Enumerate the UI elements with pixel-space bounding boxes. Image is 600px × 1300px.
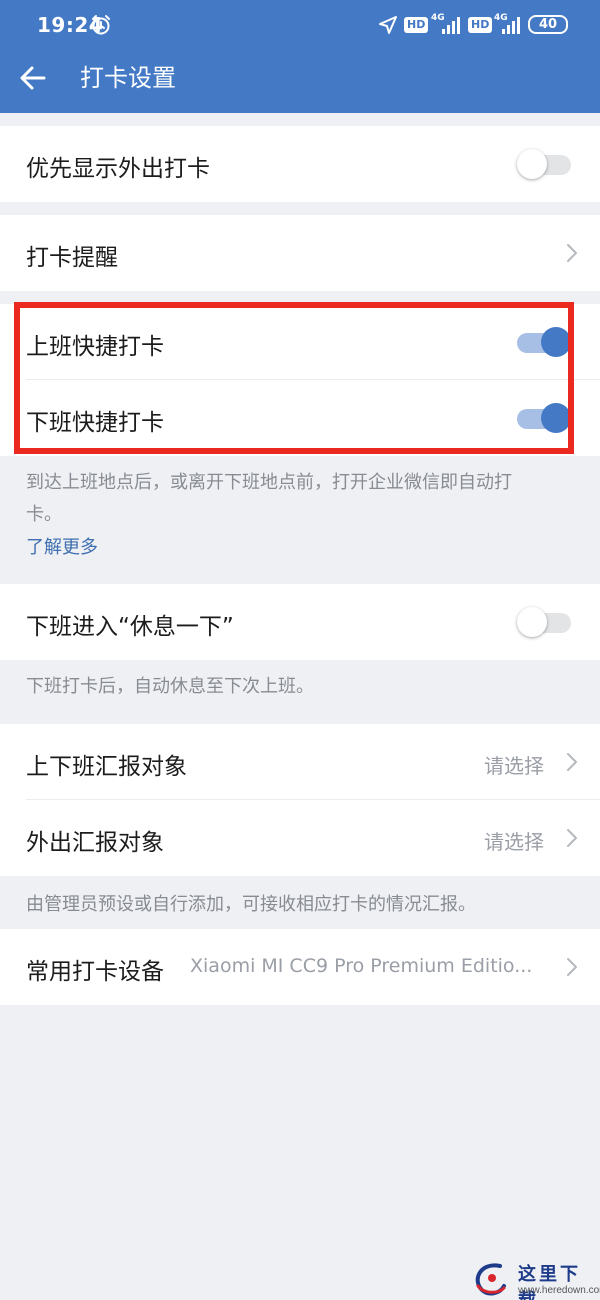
chevron-right-icon <box>567 958 577 976</box>
setting-label: 下班进入“休息一下” <box>26 614 234 640</box>
learn-more-link[interactable]: 了解更多 <box>26 533 98 559</box>
battery-indicator: 40 <box>528 15 568 34</box>
page-title: 打卡设置 <box>80 64 176 92</box>
setting-prefer-outing: 优先显示外出打卡 <box>0 126 600 202</box>
chevron-right-icon <box>567 244 577 262</box>
signal-strength-icon <box>442 17 460 34</box>
setting-clock-reminder[interactable]: 打卡提醒 <box>0 215 600 291</box>
setting-report-commute[interactable]: 上下班汇报对象 请选择 <box>0 724 600 800</box>
setting-label: 常用打卡设备 <box>26 959 164 985</box>
back-arrow-icon[interactable] <box>18 63 48 93</box>
rest-after-work-toggle[interactable] <box>517 607 575 637</box>
app-header: 19:24 HD 4G HD 4G 40 打卡设置 <box>0 0 600 113</box>
chevron-right-icon <box>567 753 577 771</box>
setting-label: 打卡提醒 <box>26 245 118 271</box>
setting-label: 外出汇报对象 <box>26 830 164 856</box>
watermark: 这里下载 www.heredown.com <box>466 1258 600 1300</box>
setting-report-outing[interactable]: 外出汇报对象 请选择 <box>0 800 600 876</box>
setting-label: 优先显示外出打卡 <box>26 156 210 182</box>
setting-value: Xiaomi MI CC9 Pro Premium Editio... <box>190 955 533 977</box>
hd-badge: HD <box>468 17 493 33</box>
location-arrow-icon <box>379 16 397 34</box>
status-bar: 19:24 HD 4G HD 4G 40 <box>0 0 600 52</box>
alarm-clock-icon <box>92 15 110 35</box>
setting-value: 请选择 <box>484 830 544 854</box>
signal-strength-icon <box>502 17 520 34</box>
hd-badge: HD <box>404 17 429 33</box>
quick-clock-description: 到达上班地点后，或离开下班地点前，打开企业微信即自动打 <box>26 472 512 493</box>
setting-value: 请选择 <box>484 754 544 778</box>
report-description: 由管理员预设或自行添加，可接收相应打卡的情况汇报。 <box>26 894 476 915</box>
rest-description: 下班打卡后，自动休息至下次上班。 <box>26 676 314 697</box>
quick-clock-description: 卡。 <box>26 504 62 525</box>
prefer-outing-toggle[interactable] <box>517 149 575 179</box>
watermark-logo <box>475 1263 506 1296</box>
setting-common-device[interactable]: 常用打卡设备 Xiaomi MI CC9 Pro Premium Editio.… <box>0 929 600 1005</box>
highlight-annotation-box <box>14 302 574 454</box>
chevron-right-icon <box>567 829 577 847</box>
watermark-url: www.heredown.com <box>518 1285 600 1296</box>
setting-rest-after-work: 下班进入“休息一下” <box>0 584 600 660</box>
setting-label: 上下班汇报对象 <box>26 754 187 780</box>
